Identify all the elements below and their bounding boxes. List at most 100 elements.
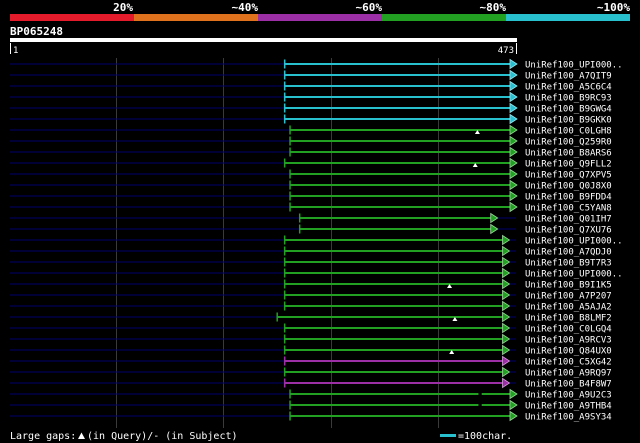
hit-label[interactable]: UniRef100_B4F8W7: [525, 380, 612, 390]
hit-label[interactable]: UniRef100_B8ARS6: [525, 149, 612, 159]
hit-label[interactable]: UniRef100_UPI000..: [525, 61, 623, 71]
hit-row[interactable]: UniRef100_A5C6C4: [10, 80, 612, 93]
hit-label[interactable]: UniRef100_A7QIT9: [525, 72, 612, 82]
hit-bar[interactable]: [289, 151, 510, 153]
hit-bar[interactable]: [284, 294, 503, 296]
hit-bar[interactable]: [289, 195, 510, 197]
hit-bar[interactable]: [284, 272, 503, 274]
hit-row[interactable]: UniRef100_B9RC93: [10, 91, 612, 104]
hit-bar[interactable]: [289, 393, 510, 395]
hit-row[interactable]: UniRef100_A9THB4: [10, 399, 612, 412]
hit-bar[interactable]: [284, 283, 503, 285]
hit-row[interactable]: UniRef100_C0LGH8: [10, 124, 612, 137]
hit-row[interactable]: UniRef100_Q84UX0: [10, 344, 612, 357]
hit-row[interactable]: UniRef100_Q0J8X0: [10, 179, 612, 192]
hit-row[interactable]: UniRef100_UPI000..: [10, 58, 623, 71]
hit-bar[interactable]: [289, 140, 510, 142]
hit-label[interactable]: UniRef100_B9FDD4: [525, 193, 612, 203]
hit-label[interactable]: UniRef100_UPI000..: [525, 237, 623, 247]
hit-label[interactable]: UniRef100_B9GKK0: [525, 116, 612, 126]
hit-row[interactable]: UniRef100_Q7XPV5: [10, 168, 612, 181]
query-name: BP065248: [10, 25, 63, 38]
hit-row[interactable]: UniRef100_B9T7R3: [10, 256, 612, 269]
hit-row[interactable]: UniRef100_A9SY34: [10, 410, 612, 423]
hit-bar[interactable]: [289, 184, 510, 186]
hit-label[interactable]: UniRef100_Q84UX0: [525, 347, 612, 357]
hit-row[interactable]: UniRef100_B9GKK0: [10, 113, 612, 126]
hit-bar[interactable]: [289, 415, 510, 417]
hit-label[interactable]: UniRef100_A9RCV3: [525, 336, 612, 346]
hit-row[interactable]: UniRef100_C0LGQ4: [10, 322, 612, 335]
hit-label[interactable]: UniRef100_A7QDJ0: [525, 248, 612, 258]
hit-label[interactable]: UniRef100_C0LGQ4: [525, 325, 612, 335]
hit-bar[interactable]: [284, 360, 503, 362]
hit-label[interactable]: UniRef100_B9GWG4: [525, 105, 612, 115]
hit-row[interactable]: UniRef100_B9I1K5: [10, 278, 612, 291]
hit-label[interactable]: UniRef100_B9RC93: [525, 94, 612, 104]
hit-row[interactable]: UniRef100_B9GWG4: [10, 102, 612, 115]
hit-bar[interactable]: [284, 239, 503, 241]
hit-bar[interactable]: [289, 206, 510, 208]
hit-row[interactable]: UniRef100_A7QIT9: [10, 69, 612, 82]
hit-label[interactable]: UniRef100_Q9FLL2: [525, 160, 612, 170]
hit-row[interactable]: UniRef100_C5XG42: [10, 355, 612, 368]
hit-bar[interactable]: [284, 305, 503, 307]
hit-bar[interactable]: [284, 349, 503, 351]
hit-bar[interactable]: [284, 162, 510, 164]
hit-bar[interactable]: [284, 261, 503, 263]
hit-label[interactable]: UniRef100_Q7XPV5: [525, 171, 612, 181]
hit-bar[interactable]: [284, 74, 510, 76]
hit-bar[interactable]: [284, 338, 503, 340]
hit-bar[interactable]: [284, 63, 510, 65]
hit-bar[interactable]: [289, 173, 510, 175]
hit-label[interactable]: UniRef100_C5XG42: [525, 358, 612, 368]
hit-row[interactable]: UniRef100_C5YAN8: [10, 201, 612, 214]
hit-bar[interactable]: [284, 96, 510, 98]
hit-bar[interactable]: [284, 250, 503, 252]
hit-label[interactable]: UniRef100_A7P207: [525, 292, 612, 302]
hit-label[interactable]: UniRef100_A5AJA2: [525, 303, 612, 313]
hit-label[interactable]: UniRef100_UPI000..: [525, 270, 623, 280]
hit-bar[interactable]: [276, 316, 503, 318]
hit-row[interactable]: UniRef100_B8ARS6: [10, 146, 612, 159]
hit-bar[interactable]: [299, 228, 491, 230]
hit-label[interactable]: UniRef100_C0LGH8: [525, 127, 612, 137]
hit-bar[interactable]: [284, 371, 503, 373]
hit-label[interactable]: UniRef100_Q01IH7: [525, 215, 612, 225]
hit-bar[interactable]: [299, 217, 491, 219]
hit-bar[interactable]: [284, 107, 510, 109]
hit-row[interactable]: UniRef100_Q7XU76: [10, 223, 612, 236]
hit-bar[interactable]: [284, 382, 503, 384]
hit-row[interactable]: UniRef100_UPI000..: [10, 234, 623, 247]
hit-bar[interactable]: [284, 327, 503, 329]
hit-row[interactable]: UniRef100_B4F8W7: [10, 377, 612, 390]
hit-row[interactable]: UniRef100_Q9FLL2: [10, 157, 612, 170]
hit-label[interactable]: UniRef100_Q259R0: [525, 138, 612, 148]
hit-label[interactable]: UniRef100_B9I1K5: [525, 281, 612, 291]
hit-bar[interactable]: [289, 404, 510, 406]
hit-row[interactable]: UniRef100_UPI000..: [10, 267, 623, 280]
hit-row[interactable]: UniRef100_Q259R0: [10, 135, 612, 148]
hit-label[interactable]: UniRef100_A9THB4: [525, 402, 612, 412]
hit-row[interactable]: UniRef100_A9RQ97: [10, 366, 612, 379]
hit-row[interactable]: UniRef100_A7QDJ0: [10, 245, 612, 258]
hit-row[interactable]: UniRef100_Q01IH7: [10, 212, 612, 225]
hit-label[interactable]: UniRef100_A5C6C4: [525, 83, 612, 93]
hit-label[interactable]: UniRef100_B9T7R3: [525, 259, 612, 269]
hit-bar[interactable]: [284, 118, 510, 120]
scale-start-label: 1: [13, 46, 18, 56]
hit-label[interactable]: UniRef100_Q0J8X0: [525, 182, 612, 192]
hit-label[interactable]: UniRef100_A9U2C3: [525, 391, 612, 401]
hit-label[interactable]: UniRef100_B8LMF2: [525, 314, 612, 324]
hit-bar[interactable]: [284, 85, 510, 87]
hit-row[interactable]: UniRef100_B8LMF2: [10, 311, 612, 324]
hit-row[interactable]: UniRef100_A7P207: [10, 289, 612, 302]
hit-label[interactable]: UniRef100_C5YAN8: [525, 204, 612, 214]
hit-row[interactable]: UniRef100_A5AJA2: [10, 300, 612, 313]
hit-label[interactable]: UniRef100_Q7XU76: [525, 226, 612, 236]
hit-row[interactable]: UniRef100_B9FDD4: [10, 190, 612, 203]
hit-row[interactable]: UniRef100_A9U2C3: [10, 388, 612, 401]
hit-label[interactable]: UniRef100_A9RQ97: [525, 369, 612, 379]
hit-label[interactable]: UniRef100_A9SY34: [525, 413, 612, 423]
hit-row[interactable]: UniRef100_A9RCV3: [10, 333, 612, 346]
